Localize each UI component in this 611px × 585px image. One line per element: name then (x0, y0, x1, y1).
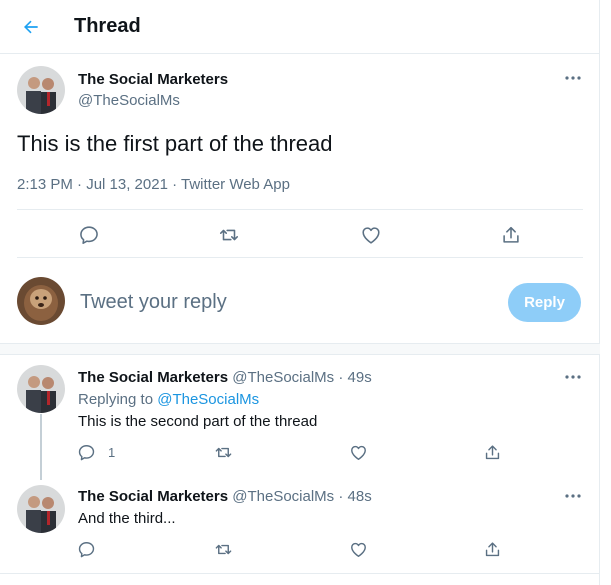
heart-icon (351, 542, 366, 557)
author-name[interactable]: The Social Marketers (78, 71, 228, 88)
like-action-button[interactable] (360, 224, 382, 246)
retweet-action-button[interactable] (214, 443, 233, 462)
like-action-button[interactable] (349, 443, 368, 462)
comment-icon (78, 445, 95, 461)
more-options-button[interactable] (562, 485, 584, 507)
section-gap (0, 343, 600, 355)
reply-header: The Social Marketers @TheSocialMs · 49s (78, 369, 372, 386)
more-icon (565, 375, 581, 379)
handle-time[interactable]: @TheSocialMs · 48s (232, 488, 371, 505)
handle-time[interactable]: @TheSocialMs · 49s (232, 369, 371, 386)
retweet-icon (215, 544, 232, 555)
reply-count: 1 (108, 445, 116, 460)
reply-action-button[interactable] (77, 540, 96, 559)
divider (0, 573, 600, 574)
share-icon (503, 226, 519, 243)
reply-button[interactable]: Reply (508, 283, 581, 322)
more-options-button[interactable] (562, 67, 584, 89)
back-arrow-icon (24, 20, 38, 34)
divider (17, 257, 583, 258)
retweet-action-button[interactable] (214, 540, 233, 559)
current-user-avatar[interactable] (17, 277, 65, 325)
thread-header: Thread (0, 0, 600, 54)
author-name[interactable]: The Social Marketers (78, 369, 228, 386)
tweet-meta: 2:13 PM · Jul 13, 2021 · Twitter Web App (17, 176, 290, 193)
tweet-text: This is the second part of the thread (78, 413, 318, 430)
thread-panel: Thread The Social Marketers @TheSocialMs… (0, 0, 600, 585)
retweet-action-button[interactable] (218, 224, 240, 246)
author-name[interactable]: The Social Marketers (78, 488, 228, 505)
reply-input[interactable]: Tweet your reply (80, 291, 227, 314)
tweet-text: This is the first part of the thread (17, 131, 333, 156)
reply-action-button[interactable] (78, 224, 100, 246)
share-action-button[interactable] (483, 540, 502, 559)
heart-icon (351, 445, 366, 460)
more-options-button[interactable] (562, 366, 584, 388)
share-action-button[interactable] (483, 443, 502, 462)
author-handle[interactable]: @TheSocialMs (78, 92, 180, 109)
comment-icon (80, 226, 98, 245)
share-icon (485, 542, 500, 557)
share-action-button[interactable] (500, 224, 522, 246)
avatar[interactable] (17, 66, 65, 114)
heart-icon (362, 227, 380, 244)
avatar[interactable] (17, 485, 65, 533)
replying-handle-link[interactable]: @TheSocialMs (157, 391, 259, 408)
like-action-button[interactable] (349, 540, 368, 559)
divider (17, 209, 583, 210)
retweet-icon (219, 229, 239, 241)
more-icon (565, 494, 581, 498)
page-title: Thread (74, 15, 141, 37)
tweet-text: And the third... (78, 510, 176, 527)
replying-to: Replying to @TheSocialMs (78, 391, 259, 408)
reply-header: The Social Marketers @TheSocialMs · 48s (78, 488, 372, 505)
retweet-icon (215, 447, 232, 458)
avatar[interactable] (17, 365, 65, 413)
replying-prefix: Replying to (78, 391, 154, 408)
more-icon (565, 76, 581, 80)
reply-action-button[interactable]: 1 (77, 443, 115, 462)
comment-icon (78, 542, 95, 558)
back-button[interactable] (16, 12, 46, 42)
share-icon (485, 445, 500, 460)
thread-connector-line (40, 414, 42, 480)
